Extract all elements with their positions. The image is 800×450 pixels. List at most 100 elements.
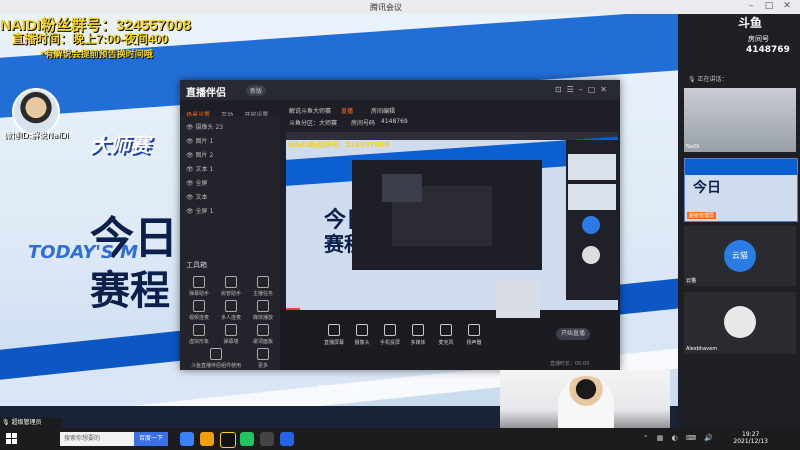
tile-banner: 今日 [693, 180, 721, 196]
participant-thumb [582, 246, 600, 264]
start-icon[interactable] [6, 433, 17, 444]
weibo-id: 微博ID:解说NaiDi [4, 131, 69, 140]
media-button[interactable]: 多媒体 [404, 324, 432, 346]
admin-notice: 🎙 超级管理员 [0, 418, 62, 428]
tool-icon [257, 324, 269, 336]
banner-line3: 赛程 [90, 268, 170, 314]
bottom-toolbar: 直播屏幕 摄像头 手机投屏 多媒体 麦克风 扬声器 开始直播 直播时长：00:0… [280, 310, 620, 370]
room-id-value: 4148769 [381, 118, 408, 125]
sources-panel: 👁 摄像头 23 👁 图片 1 👁 图片 2 👁 文本 1 👁 全屏 👁 文本 … [180, 116, 280, 370]
toolbox-title: 工具箱 [186, 261, 207, 269]
source-item[interactable]: 👁 文本 [186, 192, 208, 201]
tool-icon [257, 300, 269, 312]
tool-icon [210, 348, 222, 360]
participant-tile[interactable]: 云猫 云猫 [684, 226, 796, 286]
live-time-text: 直播时间：晚上7:00-夜间400 [12, 32, 169, 46]
app-name: 直播伴侣 [186, 88, 226, 99]
app-icon[interactable] [260, 432, 274, 446]
live-status: 直播时长：00:00 [550, 361, 590, 367]
window-title: 腾讯会议 [370, 3, 402, 12]
live-companion-window: 直播伴侣 新版 ⊡☰–□✕ 场景设置 互动 开放设置 场景 👁 摄像头 23 👁… [180, 80, 620, 370]
title-bar: 腾讯会议 – □ ✕ [0, 0, 800, 14]
tool-icon [225, 300, 237, 312]
tool-icon [225, 276, 237, 288]
speaker-button[interactable]: 扬声器 [460, 324, 488, 346]
clock[interactable]: 19:27 2021/12/13 [733, 431, 768, 445]
tool-item[interactable]: 房管助手 [216, 276, 246, 297]
tool-icon [225, 324, 237, 336]
room-edit-button[interactable]: 房间编辑 [371, 106, 395, 115]
participant-thumb [568, 184, 616, 210]
go-live-button[interactable]: 开始直播 [556, 328, 590, 340]
tool-item[interactable]: 多人连麦 [216, 300, 246, 321]
header-icons[interactable]: ⊡☰–□✕ [555, 85, 612, 94]
version-badge[interactable]: 新版 [246, 85, 267, 96]
speaker-icon [468, 324, 480, 336]
tool-icon [257, 276, 269, 288]
preview-fan-text: NAIDI粉丝群号：324557008 [288, 141, 390, 149]
tool-item[interactable]: 弹幕墙 [216, 324, 246, 345]
mic-button[interactable]: 麦克风 [432, 324, 460, 346]
participant-thumb [568, 154, 616, 180]
source-item[interactable]: 👁 文本 1 [186, 164, 213, 173]
room-title: 解说斗鱼大师赛 [289, 108, 332, 115]
search-input[interactable]: 搜索你想要的 [60, 432, 134, 446]
phone-cast-button[interactable]: 手机投屏 [376, 324, 404, 346]
category-label: 斗鱼分区：大师赛 [289, 120, 338, 127]
preview-bar [286, 132, 618, 140]
folder-icon[interactable] [200, 432, 214, 446]
left-tabs: 场景设置 互动 开放设置 场景 [180, 102, 280, 138]
close-icon[interactable]: ✕ [780, 1, 794, 13]
minimize-icon[interactable]: – [744, 1, 758, 13]
participant-tile[interactable]: Alexbhavem [684, 292, 796, 354]
room-label: 房间号 [748, 35, 769, 43]
camera-button[interactable]: 摄像头 [348, 324, 376, 346]
media-icon [412, 324, 424, 336]
tile-stripe [685, 159, 797, 175]
search-button[interactable]: 百度一下 [134, 432, 168, 446]
room-id-label: 房间号码 [351, 120, 376, 127]
participant-tile[interactable]: 今日超级管理员 [684, 158, 798, 222]
participant-name: 云猫 [686, 278, 697, 284]
speaking-indicator: 🎙 正在讲话： [688, 76, 728, 83]
source-item[interactable]: 👁 全屏 [186, 178, 208, 187]
webcam-person [558, 376, 614, 436]
taskbar: 搜索你想要的 百度一下 ⌃ ▦ ◐ ⌨ 🔊 19:27 2021/12/13 [0, 428, 800, 450]
tool-icon [193, 300, 205, 312]
participant-name: Alexbhavem [686, 346, 718, 352]
tool-item[interactable]: 主播任务 [248, 276, 278, 297]
douyu-url: DOUYU.COM [318, 384, 363, 392]
tool-icon [193, 324, 205, 336]
app-icon[interactable] [220, 432, 236, 448]
browser-icon[interactable] [180, 432, 194, 446]
more-icon [257, 348, 269, 360]
screen-icon [328, 324, 340, 336]
tool-icon [193, 276, 205, 288]
system-tray[interactable]: ⌃ ▦ ◐ ⌨ 🔊 [643, 434, 716, 442]
brand-logo: 斗鱼 [738, 16, 763, 30]
tool-item[interactable]: 虚拟形象 [184, 324, 214, 345]
tool-item[interactable]: 歌词面板 [248, 324, 278, 345]
room-number: 4148769 [746, 45, 790, 55]
source-item[interactable]: 👁 摄像头 23 [186, 122, 223, 131]
room-tag: 直播 [341, 108, 354, 115]
participant-tile[interactable]: NaiDi [684, 88, 796, 152]
tool-item[interactable]: 更多 [248, 348, 278, 369]
tool-item[interactable]: 视频连麦 [184, 300, 214, 321]
preview-participants [566, 140, 618, 300]
tool-item[interactable]: 弹幕助手 [184, 276, 214, 297]
chrome-icon[interactable] [240, 432, 254, 446]
room-info: 解说斗鱼大师赛 直播 房间编辑 斗鱼分区：大师赛 房间号码 4148769 [285, 102, 620, 132]
webcam-thumb [496, 280, 540, 318]
source-item[interactable]: 👁 图片 2 [186, 150, 213, 159]
tool-item[interactable]: 媒体播放 [248, 300, 278, 321]
screen-capture-button[interactable]: 直播屏幕 [320, 324, 348, 346]
meeting-icon[interactable] [280, 432, 294, 446]
notice-text: *有解说会提前预告换时间哦 [40, 50, 153, 60]
source-item[interactable]: 👁 图片 1 [186, 136, 213, 145]
streamer-avatar [12, 88, 60, 136]
participant-name: 超级管理员 [687, 212, 717, 219]
tool-item[interactable]: 斗鱼直播伴侣组件使用 [184, 348, 248, 369]
source-item[interactable]: 👁 全屏 1 [186, 206, 213, 215]
maximize-icon[interactable]: □ [762, 1, 776, 13]
